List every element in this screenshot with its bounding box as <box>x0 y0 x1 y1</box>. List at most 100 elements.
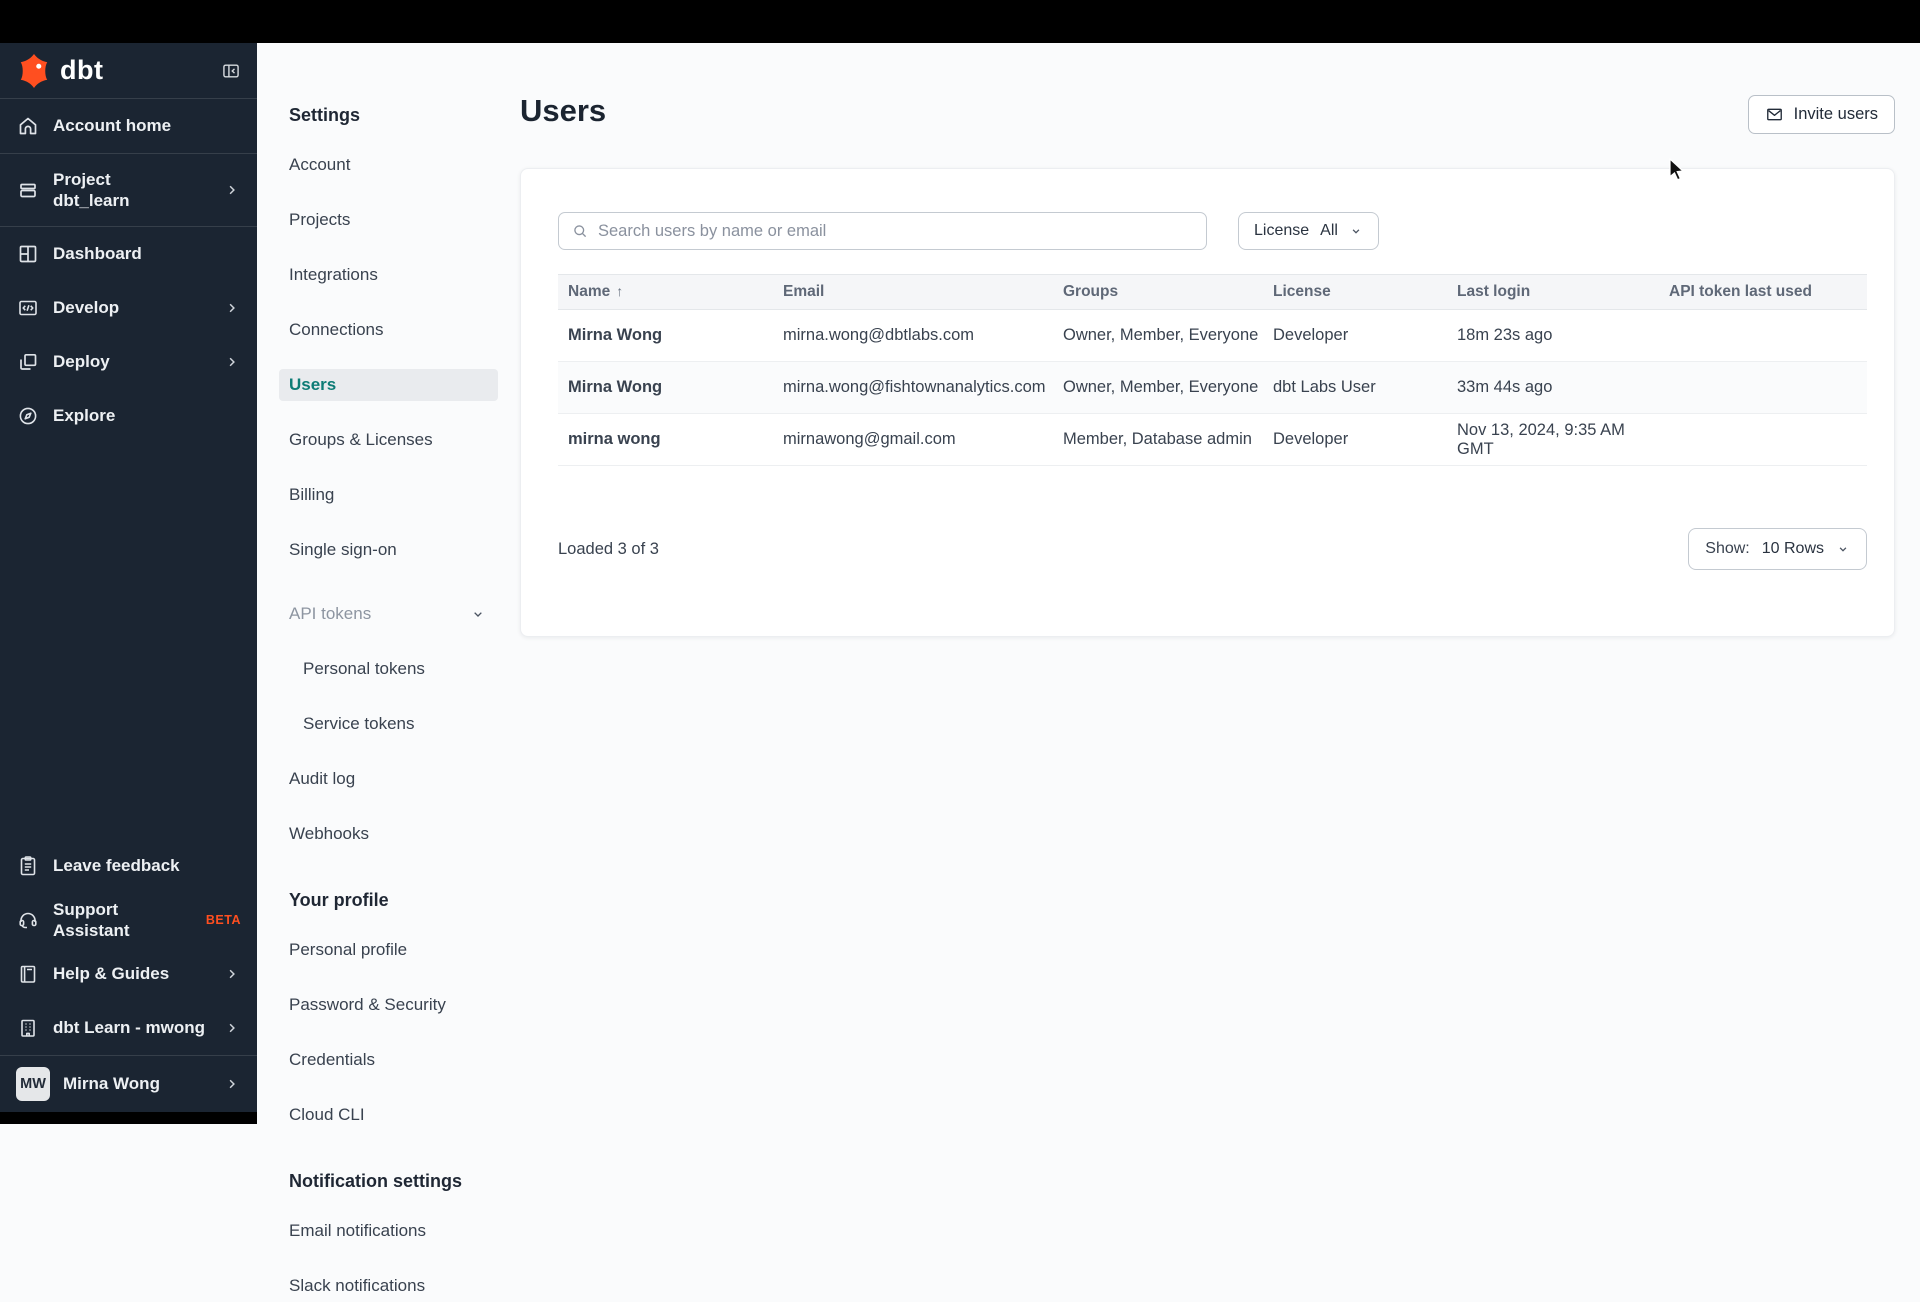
column-header-email[interactable]: Email <box>773 274 1053 310</box>
dashboard-icon <box>16 242 40 266</box>
settings-nav-item-billing[interactable]: Billing <box>279 479 498 511</box>
api-tokens-label: API tokens <box>289 604 372 623</box>
settings-nav-item-credentials[interactable]: Credentials <box>279 1044 498 1076</box>
settings-nav-title: Settings <box>289 105 361 125</box>
settings-nav-item-users[interactable]: Users <box>279 369 498 401</box>
sidebar-user-menu[interactable]: MW Mirna Wong <box>0 1056 257 1112</box>
headset-icon <box>16 908 40 932</box>
sidebar-item-account-switcher[interactable]: dbt Learn - mwong <box>0 1001 257 1055</box>
column-header-api-token[interactable]: API token last used <box>1659 274 1867 310</box>
envelope-icon <box>1765 105 1784 124</box>
sidebar-item-support-assistant[interactable]: Support Assistant BETA <box>0 893 257 947</box>
cell-api-token <box>1659 413 1867 466</box>
rows-per-page-dropdown[interactable]: Show: 10 Rows <box>1688 528 1867 570</box>
users-table: Name ↑ Email Groups License Last login AP… <box>558 274 1867 466</box>
show-value: 10 Rows <box>1761 540 1824 557</box>
column-header-license[interactable]: License <box>1263 274 1447 310</box>
sidebar-collapse-icon[interactable] <box>221 61 241 81</box>
your-profile-title: Your profile <box>289 890 389 910</box>
column-header-groups[interactable]: Groups <box>1053 274 1263 310</box>
sidebar-item-label: Explore <box>53 406 116 426</box>
sidebar-item-deploy[interactable]: Deploy <box>0 335 257 389</box>
cell-email: mirna.wong@dbtlabs.com <box>773 309 1053 362</box>
settings-nav-item-personal-profile[interactable]: Personal profile <box>279 934 498 966</box>
main-content: Users Invite users License <box>520 43 1920 637</box>
search-icon <box>571 222 589 240</box>
settings-nav-item-audit-log[interactable]: Audit log <box>279 763 498 795</box>
settings-nav-item-slack-notifications[interactable]: Slack notifications <box>279 1270 498 1302</box>
cell-email: mirna.wong@fishtownanalytics.com <box>773 361 1053 414</box>
sidebar-item-develop[interactable]: Develop <box>0 281 257 335</box>
column-header-last-login[interactable]: Last login <box>1447 274 1659 310</box>
sidebar-item-dashboard[interactable]: Dashboard <box>0 227 257 281</box>
chevron-down-icon <box>1836 542 1850 556</box>
deploy-icon <box>16 350 40 374</box>
sidebar-item-help-guides[interactable]: Help & Guides <box>0 947 257 1001</box>
clipboard-icon <box>16 854 40 878</box>
cell-api-token <box>1659 361 1867 414</box>
settings-nav: Settings Account Projects Integrations C… <box>257 43 520 1302</box>
column-header-name[interactable]: Name ↑ <box>558 274 773 310</box>
sidebar-user-name: Mirna Wong <box>63 1074 160 1093</box>
notification-settings-title: Notification settings <box>289 1171 463 1191</box>
chevron-right-icon <box>223 1019 241 1037</box>
cell-license: Developer <box>1263 309 1447 362</box>
chevron-right-icon <box>223 181 241 199</box>
cell-last-login: Nov 13, 2024, 9:35 AM GMT <box>1447 413 1659 466</box>
table-row[interactable]: mirna wong mirnawong@gmail.com Member, D… <box>558 413 1867 466</box>
chevron-down-icon <box>470 606 486 622</box>
cell-license: Developer <box>1263 413 1447 466</box>
book-icon <box>16 962 40 986</box>
sidebar-item-label: Deploy <box>53 352 110 372</box>
sidebar-item-label: Account home <box>53 116 172 136</box>
settings-nav-item-integrations[interactable]: Integrations <box>279 259 498 291</box>
dbt-logo-text: dbt <box>60 55 104 85</box>
settings-nav-item-projects[interactable]: Projects <box>279 204 498 236</box>
search-box[interactable] <box>558 212 1207 250</box>
settings-nav-item-cloud-cli[interactable]: Cloud CLI <box>279 1099 498 1131</box>
sidebar-item-label: dbt Learn - mwong <box>53 1018 206 1038</box>
chevron-down-icon <box>1349 224 1363 238</box>
license-filter-dropdown[interactable]: License All <box>1238 212 1379 250</box>
cell-groups: Owner, Member, Everyone <box>1053 309 1263 362</box>
settings-nav-item-password-security[interactable]: Password & Security <box>279 989 498 1021</box>
sidebar: dbt Account home Project dbt_learn Dashb… <box>0 43 257 1112</box>
settings-nav-item-single-sign-on[interactable]: Single sign-on <box>279 534 498 566</box>
settings-nav-item-email-notifications[interactable]: Email notifications <box>279 1215 498 1247</box>
sidebar-item-account-home[interactable]: Account home <box>0 99 257 153</box>
settings-nav-item-webhooks[interactable]: Webhooks <box>279 818 498 850</box>
chevron-right-icon <box>223 1075 241 1093</box>
building-icon <box>16 1016 40 1040</box>
settings-nav-item-connections[interactable]: Connections <box>279 314 498 346</box>
sidebar-item-explore[interactable]: Explore <box>0 389 257 443</box>
sidebar-item-project[interactable]: Project dbt_learn <box>0 154 257 226</box>
cell-groups: Member, Database admin <box>1053 413 1263 466</box>
settings-nav-item-personal-tokens[interactable]: Personal tokens <box>279 653 498 685</box>
sidebar-item-label: Develop <box>53 298 120 318</box>
sidebar-logo-row: dbt <box>0 43 257 98</box>
project-icon <box>16 178 40 202</box>
cell-api-token <box>1659 309 1867 362</box>
avatar: MW <box>16 1067 50 1101</box>
table-row[interactable]: Mirna Wong mirna.wong@dbtlabs.com Owner,… <box>558 309 1867 362</box>
settings-nav-item-service-tokens[interactable]: Service tokens <box>279 708 498 740</box>
invite-users-button[interactable]: Invite users <box>1747 95 1895 134</box>
table-header-row: Name ↑ Email Groups License Last login AP… <box>558 274 1867 310</box>
settings-nav-item-account[interactable]: Account <box>279 149 498 181</box>
chevron-right-icon <box>223 965 241 983</box>
cell-email: mirnawong@gmail.com <box>773 413 1053 466</box>
loaded-count: Loaded 3 of 3 <box>558 539 659 558</box>
settings-nav-item-groups-licenses[interactable]: Groups & Licenses <box>279 424 498 456</box>
search-input[interactable] <box>598 221 1194 241</box>
show-label: Show: <box>1705 540 1750 557</box>
cell-license: dbt Labs User <box>1263 361 1447 414</box>
chevron-right-icon <box>223 353 241 371</box>
cell-last-login: 33m 44s ago <box>1447 361 1659 414</box>
settings-nav-item-api-tokens[interactable]: API tokens <box>279 598 498 630</box>
header-label: Name <box>568 283 611 300</box>
compass-icon <box>16 404 40 428</box>
table-row[interactable]: Mirna Wong mirna.wong@fishtownanalytics.… <box>558 361 1867 414</box>
sidebar-item-leave-feedback[interactable]: Leave feedback <box>0 839 257 893</box>
code-icon <box>16 296 40 320</box>
